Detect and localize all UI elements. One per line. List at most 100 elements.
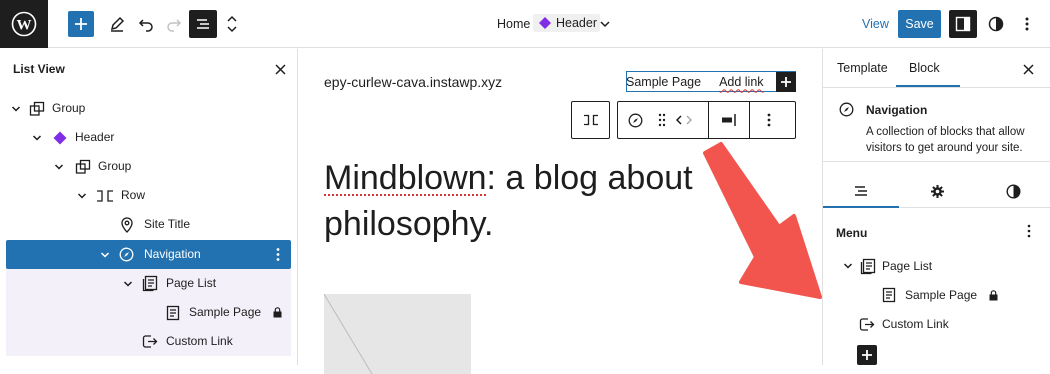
menu-item-label: Sample Page (905, 288, 978, 302)
wordpress-logo-button[interactable]: W (0, 0, 48, 48)
chevron-down-icon[interactable] (11, 104, 21, 114)
save-button[interactable]: Save (898, 10, 941, 38)
compass-icon (119, 247, 134, 262)
sidebar-icon (955, 16, 971, 32)
tab-settings[interactable] (927, 182, 947, 200)
site-title[interactable]: epy-curlew-cava.instawp.xyz (324, 74, 502, 90)
list-view-icon (197, 19, 209, 29)
more-vertical-icon (767, 113, 771, 127)
template-menu-button[interactable] (597, 15, 613, 33)
chevron-down-icon[interactable] (100, 250, 110, 260)
tab-block[interactable]: Block (909, 61, 940, 75)
list-item-header[interactable]: Header (6, 123, 291, 152)
gear-icon (930, 184, 944, 198)
document-tools-button[interactable] (222, 12, 242, 36)
block-type-button[interactable] (618, 102, 652, 138)
divider (823, 161, 1050, 162)
options-button[interactable] (1017, 12, 1037, 36)
chevron-down-icon (600, 21, 610, 28)
list-item-site-title[interactable]: Site Title (6, 210, 291, 239)
list-item-label: Page List (166, 276, 217, 290)
page-icon (166, 305, 180, 321)
list-item-custom-link[interactable]: Custom Link (6, 327, 291, 356)
list-item-page-list[interactable]: Page List (6, 269, 291, 298)
list-view-panel: List View Group Header Group Row Site Ti… (0, 49, 298, 365)
custom-link-icon (859, 317, 875, 331)
chevron-down-icon[interactable] (32, 133, 42, 143)
view-button[interactable]: View (862, 17, 889, 31)
list-item-label: Site Title (144, 217, 191, 231)
list-item-group[interactable]: Group (6, 152, 291, 181)
plus-icon (781, 77, 791, 87)
tools-button[interactable] (105, 12, 129, 36)
page-list-icon (860, 258, 876, 274)
breadcrumb-home[interactable]: Home (497, 17, 530, 31)
close-icon (1022, 63, 1034, 75)
page-heading[interactable]: Mindblown: a blog about philosophy. (324, 155, 744, 247)
nav-add-link[interactable]: Add link (719, 75, 763, 89)
nav-link-sample-page[interactable]: Sample Page (626, 75, 701, 89)
list-view-toggle-button[interactable] (189, 10, 217, 38)
undo-button[interactable] (134, 12, 158, 36)
move-left-right-button[interactable] (672, 102, 696, 138)
close-sidebar-button[interactable] (1019, 60, 1037, 78)
block-options-button[interactable] (750, 102, 788, 138)
list-item-label: Navigation (144, 247, 201, 261)
template-breadcrumb[interactable]: Header (533, 14, 600, 32)
block-description: A collection of blocks that allow visito… (866, 126, 1025, 154)
navigation-block[interactable]: Sample Page Add link (626, 71, 796, 92)
compass-icon (628, 113, 642, 127)
chevron-down-icon[interactable] (123, 279, 133, 289)
more-vertical-icon (1025, 17, 1029, 31)
pencil-icon (110, 16, 125, 32)
chevron-down-icon[interactable] (77, 191, 87, 201)
settings-sidebar: Template Block Navigation A collection o… (822, 49, 1050, 365)
heading-line1-rest: : a blog about (486, 159, 693, 197)
menu-item-sample-page[interactable]: Sample Page (882, 284, 998, 306)
contrast-icon (1005, 183, 1021, 199)
close-list-view-button[interactable] (271, 60, 289, 78)
chevron-down-icon[interactable] (54, 162, 64, 172)
list-item-navigation[interactable]: Navigation (6, 240, 291, 269)
tab-styles[interactable] (1003, 182, 1023, 200)
tab-template[interactable]: Template (837, 61, 888, 75)
menu-item-label: Page List (882, 259, 933, 273)
menu-options-button[interactable] (1023, 223, 1035, 239)
compass-icon (839, 102, 854, 117)
block-sub-tabs (823, 172, 1050, 208)
settings-toggle-button[interactable] (949, 10, 977, 38)
row-icon (584, 114, 598, 126)
list-item-row[interactable]: Row (6, 181, 291, 210)
styles-button[interactable] (984, 12, 1008, 36)
group-icon (75, 159, 91, 174)
redo-icon (167, 19, 182, 32)
heading-misspelled-word: Mindblown (324, 159, 487, 197)
list-view-icon (855, 186, 867, 196)
page-list-icon (142, 275, 158, 292)
list-item-label: Group (98, 159, 132, 173)
block-inserter-button[interactable] (68, 11, 94, 37)
chevron-down-icon[interactable] (843, 261, 853, 271)
more-vertical-icon[interactable] (276, 247, 280, 262)
add-menu-item-button[interactable] (857, 345, 877, 365)
menu-item-custom-link[interactable]: Custom Link (859, 313, 949, 335)
add-block-button[interactable] (776, 72, 796, 92)
image-placeholder[interactable] (324, 294, 471, 374)
divider (823, 87, 1050, 88)
drag-handle-icon (658, 113, 666, 127)
tab-list-view[interactable] (851, 182, 871, 200)
list-item-group[interactable]: Group (6, 94, 291, 123)
redo-button[interactable] (162, 12, 186, 36)
heading-line2: philosophy. (324, 205, 494, 243)
drag-handle[interactable] (652, 102, 672, 138)
select-parent-button[interactable] (571, 101, 610, 139)
template-part-icon (53, 131, 67, 145)
chevron-left-right-icon (675, 115, 693, 125)
close-icon (274, 63, 286, 75)
list-item-sample-page[interactable]: Sample Page (6, 298, 291, 327)
map-marker-icon (121, 217, 133, 233)
list-item-label: Custom Link (166, 334, 233, 348)
chevron-up-down-icon (227, 15, 237, 33)
menu-item-page-list[interactable]: Page List (843, 255, 932, 277)
justification-button[interactable] (709, 102, 749, 138)
